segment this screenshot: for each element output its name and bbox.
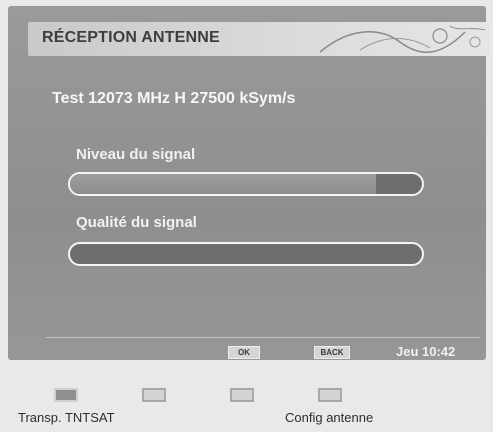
page-title: RÉCEPTION ANTENNE bbox=[42, 29, 220, 46]
test-frequency-text: Test 12073 MHz H 27500 kSym/s bbox=[52, 90, 296, 107]
signal-level-fill bbox=[70, 174, 377, 194]
yellow-function-button[interactable] bbox=[230, 388, 254, 402]
signal-quality-label: Qualité du signal bbox=[76, 214, 197, 231]
green-function-button[interactable] bbox=[142, 388, 166, 402]
decorative-swirl bbox=[319, 25, 486, 53]
signal-level-bar bbox=[68, 172, 424, 196]
signal-level-label: Niveau du signal bbox=[76, 146, 196, 163]
menu-header: RÉCEPTION ANTENNE bbox=[28, 22, 490, 56]
red-function-label: Transp. TNTSAT bbox=[18, 410, 115, 425]
clock: Jeu 10:42 bbox=[396, 344, 456, 359]
blue-function-label: Config antenne bbox=[285, 410, 374, 425]
red-function-button[interactable] bbox=[54, 388, 78, 402]
ok-key[interactable]: OK bbox=[228, 346, 260, 359]
footer-divider bbox=[46, 337, 480, 338]
blue-function-button[interactable] bbox=[318, 388, 342, 402]
signal-quality-bar bbox=[68, 242, 424, 266]
back-key[interactable]: BACK bbox=[314, 346, 350, 359]
